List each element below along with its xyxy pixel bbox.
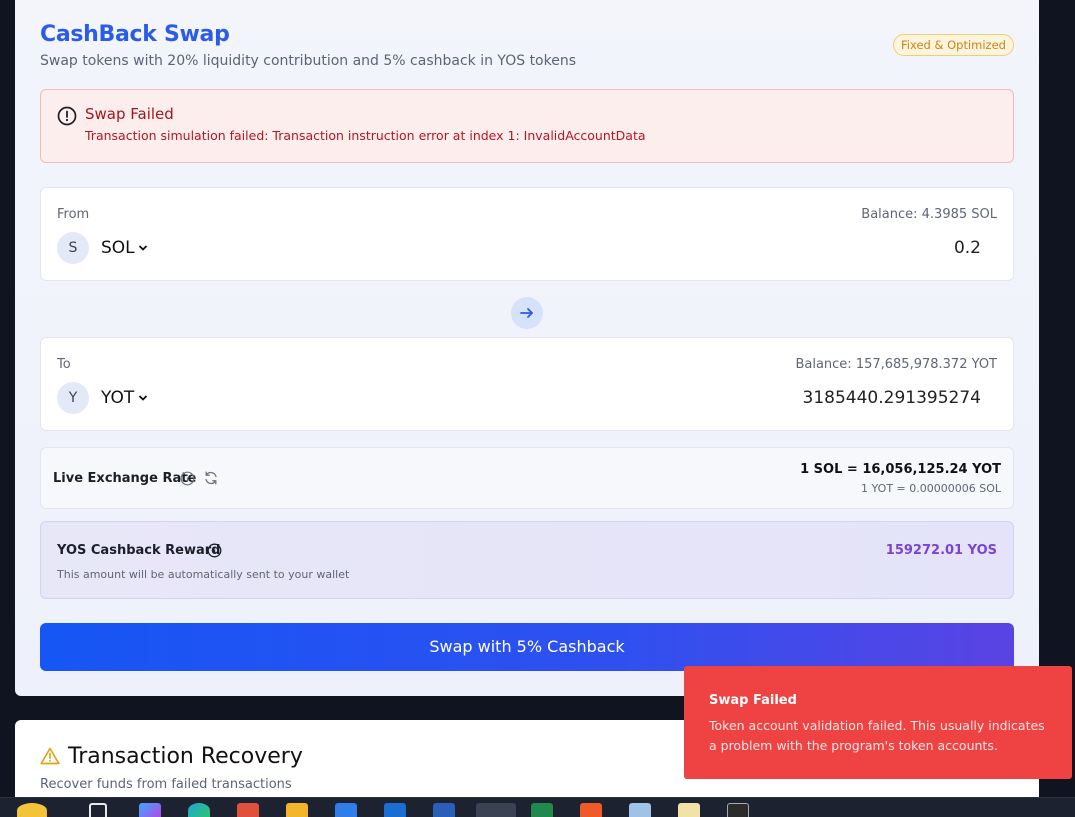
warning-icon: [40, 747, 60, 765]
cashback-note: This amount will be automatically sent t…: [57, 568, 350, 581]
copilot-icon[interactable]: [139, 803, 161, 817]
start-icon[interactable]: [17, 803, 47, 817]
edge-icon[interactable]: [188, 803, 210, 817]
to-token-panel: To Balance: 157,685,978.372 YOT Y YOT 31…: [40, 337, 1014, 431]
info-icon[interactable]: [180, 471, 195, 486]
info-icon[interactable]: [207, 543, 222, 558]
file-explorer-icon[interactable]: [286, 803, 308, 817]
toast-title: Swap Failed: [709, 693, 797, 708]
error-message: Transaction simulation failed: Transacti…: [85, 128, 646, 143]
from-token-panel: From Balance: 4.3985 SOL S SOL 0.2: [40, 187, 1014, 281]
excel-icon[interactable]: [531, 803, 553, 817]
cashback-title: YOS Cashback Reward: [57, 543, 221, 558]
rate-label: Live Exchange Rate: [53, 471, 197, 486]
recovery-title: Transaction Recovery: [68, 744, 303, 769]
to-token-select[interactable]: YOT: [101, 388, 134, 408]
error-toast[interactable]: Swap Failed Token account validation fai…: [684, 666, 1072, 779]
store-icon[interactable]: [335, 803, 357, 817]
chevron-down-icon[interactable]: [138, 394, 148, 402]
from-amount-input[interactable]: 0.2: [954, 238, 981, 258]
arrow-right-icon: [520, 308, 533, 318]
error-alert: Swap Failed Transaction simulation faile…: [40, 89, 1014, 163]
from-token-avatar: S: [57, 232, 89, 264]
terminal-icon[interactable]: [727, 803, 749, 817]
recovery-subtitle: Recover funds from failed transactions: [40, 777, 292, 792]
from-label: From: [57, 207, 90, 222]
refresh-icon[interactable]: [203, 470, 219, 486]
error-title: Swap Failed: [85, 105, 174, 123]
notepad-icon[interactable]: [629, 803, 651, 817]
brave-icon[interactable]: [580, 803, 602, 817]
to-balance: Balance: 157,685,978.372 YOT: [795, 357, 997, 372]
to-amount-output: 3185440.291395274: [802, 388, 981, 408]
from-token-select[interactable]: SOL: [101, 238, 135, 258]
rate-main: 1 SOL = 16,056,125.24 YOT: [800, 462, 1001, 477]
cashback-panel: YOS Cashback Reward 159272.01 YOS This a…: [40, 521, 1014, 599]
to-token-avatar: Y: [57, 382, 89, 414]
page-subtitle: Swap tokens with 20% liquidity contribut…: [40, 53, 577, 69]
from-balance: Balance: 4.3985 SOL: [861, 207, 997, 222]
outlook-icon[interactable]: [384, 803, 406, 817]
to-label: To: [57, 357, 71, 372]
alert-circle-icon: [57, 106, 77, 126]
toast-message: Token account validation failed. This us…: [709, 718, 1045, 753]
swap-button[interactable]: Swap with 5% Cashback: [40, 623, 1014, 671]
page-title: CashBack Swap: [40, 22, 230, 47]
exchange-rate-panel: Live Exchange Rate 1 SOL = 16,056,125.24…: [40, 447, 1014, 509]
notes-icon[interactable]: [678, 803, 700, 817]
chrome-icon[interactable]: [476, 803, 516, 817]
taskbar: [0, 797, 1075, 817]
word-icon[interactable]: [433, 803, 455, 817]
app-icon[interactable]: [237, 803, 259, 817]
task-view-icon[interactable]: [89, 803, 107, 817]
rate-inverse: 1 YOT = 0.00000006 SOL: [861, 482, 1001, 495]
chevron-down-icon[interactable]: [138, 244, 148, 252]
status-badge: Fixed & Optimized: [893, 34, 1014, 56]
swap-direction-button[interactable]: [511, 297, 543, 329]
cashback-amount: 159272.01 YOS: [885, 543, 997, 558]
